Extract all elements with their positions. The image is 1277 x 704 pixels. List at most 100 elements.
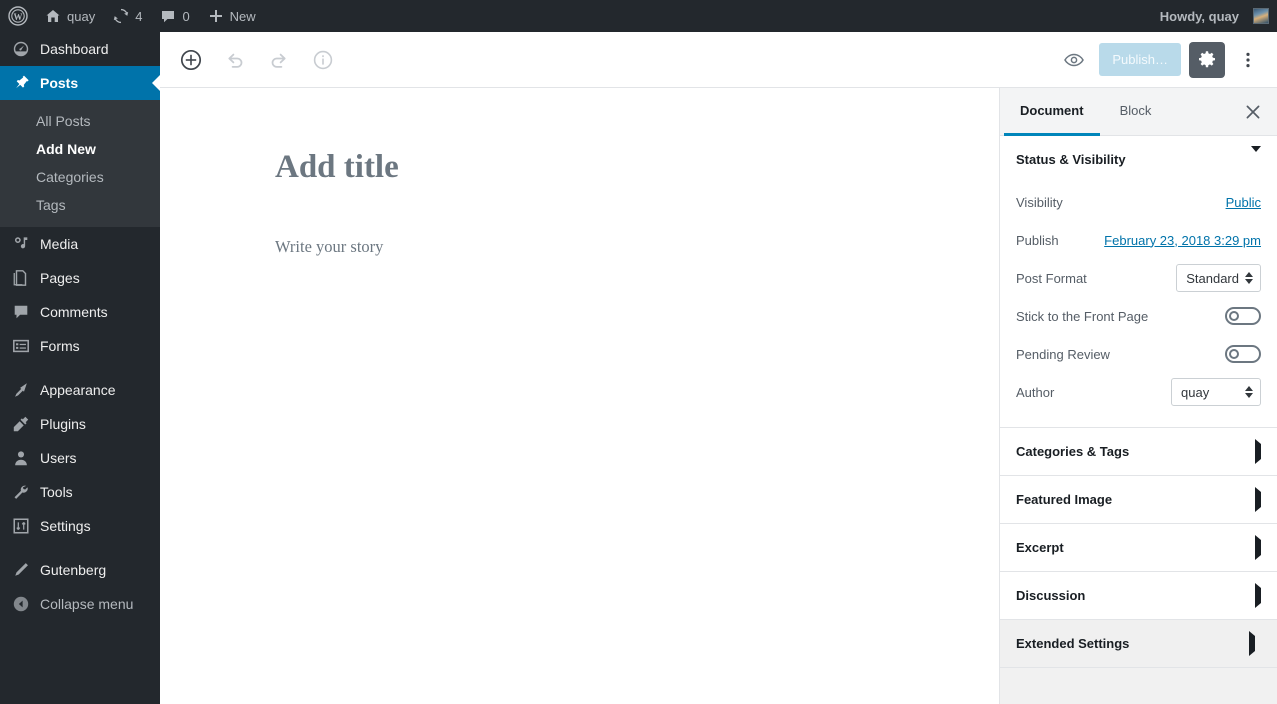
sidebar-item-label: Gutenberg (40, 562, 107, 578)
wordpress-logo-button[interactable]: W (0, 0, 36, 32)
publish-button[interactable]: Publish… (1099, 43, 1181, 76)
panel-excerpt-header[interactable]: Excerpt (1000, 524, 1277, 571)
publish-date-value-link[interactable]: February 23, 2018 3:29 pm (1104, 233, 1261, 248)
panel-status-visibility: Status & Visibility Visibility Public Pu… (1000, 136, 1277, 428)
comments-button[interactable]: 0 (151, 0, 198, 32)
sidebar-panel-body: Status & Visibility Visibility Public Pu… (1000, 136, 1277, 703)
comment-bubble-icon (160, 8, 176, 24)
sidebar-item-label: Collapse menu (40, 596, 134, 612)
close-x-icon (1244, 103, 1262, 121)
settings-sidebar-toggle-button[interactable] (1189, 41, 1225, 78)
editor-header-toolbar: Publish… (160, 32, 1277, 88)
updates-button[interactable]: 4 (104, 0, 151, 32)
redo-arrow-icon (267, 48, 291, 72)
content-info-button[interactable] (306, 43, 340, 77)
avatar (1253, 8, 1269, 24)
panel-categories-tags-header[interactable]: Categories & Tags (1000, 428, 1277, 475)
panel-status-visibility-header[interactable]: Status & Visibility (1000, 136, 1277, 183)
settings-sliders-icon (11, 516, 31, 536)
row-publish-date: Publish February 23, 2018 3:29 pm (1016, 221, 1261, 259)
sidebar-subitem-add-new[interactable]: Add New (0, 135, 160, 163)
sidebar-subitem-categories[interactable]: Categories (0, 163, 160, 191)
visibility-label: Visibility (1016, 194, 1063, 210)
appearance-brush-icon (11, 380, 31, 400)
panel-title: Discussion (1016, 588, 1086, 603)
sidebar-item-tools[interactable]: Tools (0, 475, 160, 509)
sidebar-item-settings[interactable]: Settings (0, 509, 160, 543)
block-inserter-button[interactable] (174, 43, 208, 77)
panel-featured-image: Featured Image (1000, 476, 1277, 524)
comments-icon (11, 302, 31, 322)
sidebar-item-label: Users (40, 450, 77, 466)
collapse-arrow-icon (11, 594, 31, 614)
sidebar-item-label: Plugins (40, 416, 86, 432)
sidebar-item-pages[interactable]: Pages (0, 261, 160, 295)
more-options-button[interactable] (1233, 42, 1263, 78)
post-body-input[interactable]: Write your story (275, 235, 1000, 258)
post-format-select[interactable]: Standard (1176, 264, 1261, 292)
admin-bar-right: Howdy, quay (1151, 0, 1277, 32)
site-name-label: quay (67, 8, 96, 24)
pending-review-label: Pending Review (1016, 346, 1110, 362)
pages-icon (11, 268, 31, 288)
row-author: Author quay (1016, 373, 1261, 411)
undo-button[interactable] (218, 43, 252, 77)
svg-text:W: W (14, 12, 23, 22)
sidebar-item-users[interactable]: Users (0, 441, 160, 475)
sticky-toggle[interactable] (1225, 307, 1261, 325)
updates-count: 4 (135, 8, 143, 24)
settings-sidebar: Document Block Status & Visibility Visib… (999, 88, 1277, 704)
sidebar-item-label: Media (40, 236, 79, 252)
sidebar-item-collapse-menu[interactable]: Collapse menu (0, 587, 160, 621)
posts-submenu: All Posts Add New Categories Tags (0, 100, 160, 227)
editor-header-left (160, 43, 340, 77)
tab-document[interactable]: Document (1004, 88, 1100, 136)
comments-count: 0 (182, 8, 190, 24)
sidebar-item-media[interactable]: Media (0, 227, 160, 261)
editor-header-right: Publish… (1057, 41, 1277, 78)
sidebar-item-dashboard[interactable]: Dashboard (0, 32, 160, 66)
chevron-right-icon (1255, 535, 1261, 560)
toggle-knob (1229, 311, 1239, 321)
sidebar-item-label: Posts (40, 75, 79, 91)
author-label: Author (1016, 384, 1055, 400)
forms-icon (11, 336, 31, 356)
toggle-knob (1229, 349, 1239, 359)
tab-block[interactable]: Block (1104, 88, 1168, 136)
redo-button[interactable] (262, 43, 296, 77)
sidebar-item-appearance[interactable]: Appearance (0, 373, 160, 407)
panel-extended-settings-header[interactable]: Extended Settings (1000, 620, 1277, 667)
panel-discussion: Discussion (1000, 572, 1277, 620)
panel-featured-image-header[interactable]: Featured Image (1000, 476, 1277, 523)
block-editor: Publish… Add title Write your story Docu… (160, 32, 1277, 704)
author-select[interactable]: quay (1171, 378, 1261, 406)
preview-button[interactable] (1057, 43, 1091, 77)
chevron-right-icon (1255, 439, 1261, 464)
sidebar-item-gutenberg[interactable]: Gutenberg (0, 553, 160, 587)
sidebar-item-posts[interactable]: Posts (0, 66, 160, 100)
sidebar-item-label: Settings (40, 518, 91, 534)
panel-title: Categories & Tags (1016, 444, 1130, 459)
visibility-value-link[interactable]: Public (1226, 195, 1261, 210)
admin-sidebar-menu: Dashboard Posts All Posts Add New Catego… (0, 32, 160, 704)
publish-date-label: Publish (1016, 232, 1059, 248)
new-content-button[interactable]: New (199, 0, 265, 32)
chevron-right-icon (1255, 487, 1261, 512)
sidebar-subitem-tags[interactable]: Tags (0, 191, 160, 219)
sidebar-item-forms[interactable]: Forms (0, 329, 160, 363)
plus-icon (208, 8, 224, 24)
panel-discussion-header[interactable]: Discussion (1000, 572, 1277, 619)
sidebar-subitem-all-posts[interactable]: All Posts (0, 107, 160, 135)
site-name-button[interactable]: quay (36, 0, 104, 32)
sidebar-item-plugins[interactable]: Plugins (0, 407, 160, 441)
close-sidebar-button[interactable] (1229, 88, 1277, 136)
chevron-right-icon (1249, 631, 1255, 656)
sidebar-item-comments[interactable]: Comments (0, 295, 160, 329)
pending-review-toggle[interactable] (1225, 345, 1261, 363)
post-title-input[interactable]: Add title (275, 148, 1000, 188)
my-account-button[interactable]: Howdy, quay (1151, 0, 1269, 32)
sidebar-tab-bar: Document Block (1000, 88, 1277, 136)
panel-excerpt: Excerpt (1000, 524, 1277, 572)
chevron-down-icon (1251, 146, 1261, 167)
plus-circle-icon (179, 48, 203, 72)
